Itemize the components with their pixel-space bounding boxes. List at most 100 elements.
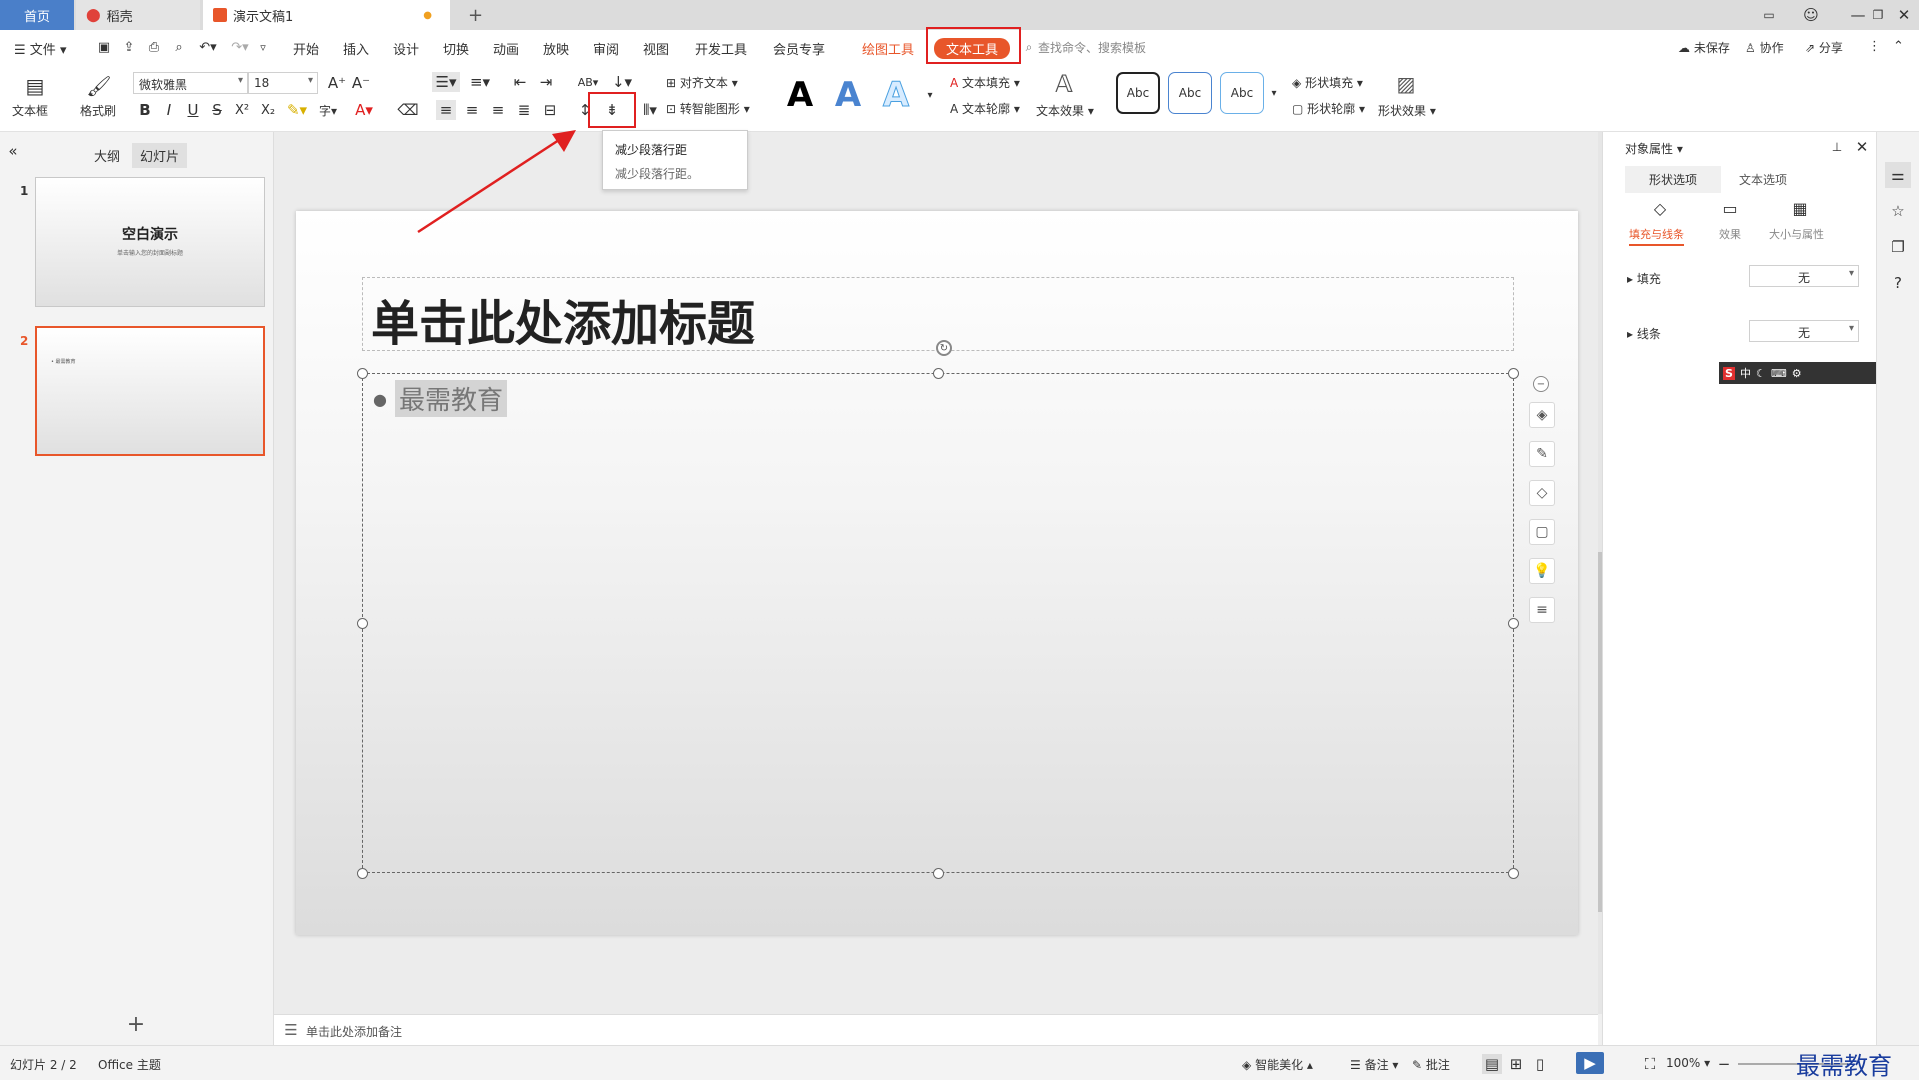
menu-item-insert[interactable]: 插入 bbox=[343, 39, 369, 58]
italic-button[interactable]: I bbox=[160, 100, 178, 120]
redo-icon[interactable]: ↷▾ bbox=[228, 38, 252, 56]
resize-handle-t[interactable] bbox=[933, 368, 944, 379]
tab-document[interactable]: 演示文稿1 ● bbox=[203, 0, 450, 30]
text-effect-icon[interactable]: 𝔸 bbox=[1050, 70, 1078, 98]
close-pane-icon[interactable]: ✕ bbox=[1853, 138, 1871, 156]
bold-button[interactable]: B bbox=[136, 100, 154, 120]
new-tab-button[interactable]: + bbox=[458, 0, 488, 30]
text-wrap-icon[interactable]: ≡ bbox=[1529, 597, 1555, 623]
title-placeholder[interactable]: 单击此处添加标题 bbox=[362, 277, 1514, 354]
fill-icon[interactable]: ◇ bbox=[1529, 480, 1555, 506]
size-icon[interactable]: ▦ bbox=[1789, 198, 1811, 218]
resize-handle-r[interactable] bbox=[1508, 618, 1519, 629]
restore-icon[interactable]: ❐ bbox=[1868, 5, 1888, 25]
subscript-icon[interactable]: X₂ bbox=[258, 100, 278, 120]
decrease-indent-icon[interactable]: ⇤ bbox=[510, 72, 530, 92]
slide-title[interactable]: 单击此处添加标题 bbox=[371, 284, 755, 354]
font-size-select[interactable]: 18 bbox=[248, 72, 318, 94]
menu-item-draw-tools[interactable]: 绘图工具 bbox=[862, 39, 914, 58]
menu-file[interactable]: ☰ 文件 ▾ bbox=[14, 39, 66, 58]
more-icon[interactable]: ⋮ bbox=[1868, 39, 1881, 54]
line-select[interactable]: 无 bbox=[1749, 320, 1859, 342]
command-search-input[interactable]: 查找命令、搜索模板 bbox=[1038, 39, 1146, 56]
subtab-effect[interactable]: 效果 bbox=[1719, 226, 1741, 242]
tab-shape-options[interactable]: 形状选项 bbox=[1625, 166, 1722, 193]
decrease-paragraph-spacing-icon[interactable]: ⇟ bbox=[600, 100, 624, 120]
add-slide-button[interactable]: + bbox=[126, 1012, 146, 1037]
smartart-button[interactable]: ⊡ 转智能图形 ▾ bbox=[666, 100, 750, 117]
collapse-float-icon[interactable]: − bbox=[1533, 376, 1549, 392]
menu-item-text-tools[interactable]: 文本工具 bbox=[934, 38, 1011, 59]
numbering-icon[interactable]: ≡▾ bbox=[466, 72, 494, 92]
clear-format-icon[interactable]: ⌫ bbox=[397, 100, 418, 120]
customize-icon[interactable]: ▿ bbox=[256, 38, 270, 56]
menu-item-transition[interactable]: 切换 bbox=[443, 39, 469, 58]
align-text-button[interactable]: ⊞ 对齐文本 ▾ bbox=[666, 74, 738, 91]
properties-title[interactable]: 对象属性 ▾ bbox=[1625, 140, 1683, 157]
font-color-icon[interactable]: A▾ bbox=[352, 100, 376, 120]
ime-tools-icon[interactable]: ⚙ bbox=[1792, 367, 1802, 380]
avatar[interactable]: ☺ bbox=[1800, 5, 1822, 25]
share-button[interactable]: ⇗ 分享 bbox=[1805, 39, 1843, 56]
menu-item-slideshow[interactable]: 放映 bbox=[543, 39, 569, 58]
ime-chinese-mode[interactable]: 中 bbox=[1740, 365, 1751, 381]
minimize-icon[interactable]: — bbox=[1848, 5, 1868, 25]
wordart-more-icon[interactable]: ▾ bbox=[924, 88, 936, 102]
line-section[interactable]: ▸ 线条 bbox=[1627, 325, 1661, 342]
fit-icon[interactable]: ⛶ bbox=[1640, 1054, 1660, 1074]
properties-toggle-icon[interactable]: ⚌ bbox=[1885, 162, 1911, 188]
resize-handle-tr[interactable] bbox=[1508, 368, 1519, 379]
text-effect-button[interactable]: 文本效果 ▾ bbox=[1036, 102, 1094, 119]
content-placeholder[interactable]: ● 最需教育 bbox=[357, 368, 1519, 879]
phonetic-icon[interactable]: 字▾ bbox=[316, 100, 340, 120]
format-painter-button[interactable]: 格式刷 bbox=[80, 102, 116, 119]
ime-keyboard-icon[interactable]: ⌨ bbox=[1771, 367, 1787, 380]
reading-view-icon[interactable]: ▯ bbox=[1530, 1054, 1550, 1074]
tab-home[interactable]: 首页 bbox=[0, 0, 74, 30]
bullets-icon[interactable]: ☰▾ bbox=[432, 72, 460, 92]
shape-fill-button[interactable]: ◈ 形状填充 ▾ bbox=[1292, 74, 1363, 91]
help-icon[interactable]: ? bbox=[1885, 270, 1911, 296]
shape-style-black[interactable]: Abc bbox=[1116, 72, 1160, 114]
normal-view-icon[interactable]: ▤ bbox=[1482, 1054, 1502, 1074]
print-icon[interactable]: ⎙ bbox=[145, 38, 163, 56]
menu-item-view[interactable]: 视图 bbox=[643, 39, 669, 58]
preview-icon[interactable]: ⌕ bbox=[170, 38, 188, 56]
idea-icon[interactable]: 💡 bbox=[1529, 558, 1555, 584]
tab-text-options[interactable]: 文本选项 bbox=[1739, 171, 1787, 188]
textbox-icon[interactable]: ▤ bbox=[20, 72, 50, 100]
notes-toggle-button[interactable]: ☰ 备注 ▾ bbox=[1350, 1056, 1398, 1073]
wordart-black[interactable]: A bbox=[780, 74, 820, 116]
ime-toolbar[interactable]: S 中 ☾ ⌨ ⚙ bbox=[1719, 362, 1877, 384]
fill-line-icon[interactable]: ◇ bbox=[1649, 198, 1671, 218]
beautify-button[interactable]: ◈ 智能美化 ▴ bbox=[1242, 1056, 1313, 1073]
menu-item-animation[interactable]: 动画 bbox=[493, 39, 519, 58]
window-mode-icon[interactable]: ▭ bbox=[1758, 5, 1780, 25]
distribute-icon[interactable]: ⊟ bbox=[540, 100, 560, 120]
collab-button[interactable]: ♙ 协作 bbox=[1745, 39, 1784, 56]
subtab-size[interactable]: 大小与属性 bbox=[1769, 226, 1824, 242]
frame-icon[interactable]: ▢ bbox=[1529, 519, 1555, 545]
menu-item-review[interactable]: 审阅 bbox=[593, 39, 619, 58]
align-right-icon[interactable]: ≡ bbox=[488, 100, 508, 120]
close-icon[interactable]: ✕ bbox=[1894, 5, 1914, 25]
shape-effect-button[interactable]: 形状效果 ▾ bbox=[1378, 102, 1436, 119]
columns-icon[interactable]: ⫴▾ bbox=[638, 100, 662, 120]
slide-thumbnail-2[interactable]: • 最需教育 bbox=[35, 326, 265, 456]
shape-effect-icon[interactable]: ▨ bbox=[1392, 70, 1420, 98]
tab-daoke[interactable]: ⬤ 稻壳 bbox=[76, 0, 200, 30]
collapse-pane-icon[interactable]: « bbox=[4, 142, 22, 160]
sort-icon[interactable]: ↓▾ bbox=[608, 72, 636, 92]
ime-moon-icon[interactable]: ☾ bbox=[1756, 367, 1766, 380]
tab-outline[interactable]: 大纲 bbox=[94, 146, 120, 165]
notes-placeholder[interactable]: 单击此处添加备注 bbox=[306, 1023, 402, 1040]
fill-section[interactable]: ▸ 填充 bbox=[1627, 270, 1661, 287]
increase-indent-icon[interactable]: ⇥ bbox=[536, 72, 556, 92]
slide-thumbnail-1[interactable]: 空白演示 单击输入您的封面副标题 bbox=[35, 177, 265, 307]
subtab-fill-line[interactable]: 填充与线条 bbox=[1629, 226, 1684, 246]
save-icon[interactable]: ▣ bbox=[95, 38, 113, 56]
export-icon[interactable]: ⇪ bbox=[120, 38, 138, 56]
undo-icon[interactable]: ↶▾ bbox=[196, 38, 220, 56]
animation-icon[interactable]: ☆ bbox=[1885, 198, 1911, 224]
slide-bullet-text[interactable]: 最需教育 bbox=[395, 380, 508, 417]
